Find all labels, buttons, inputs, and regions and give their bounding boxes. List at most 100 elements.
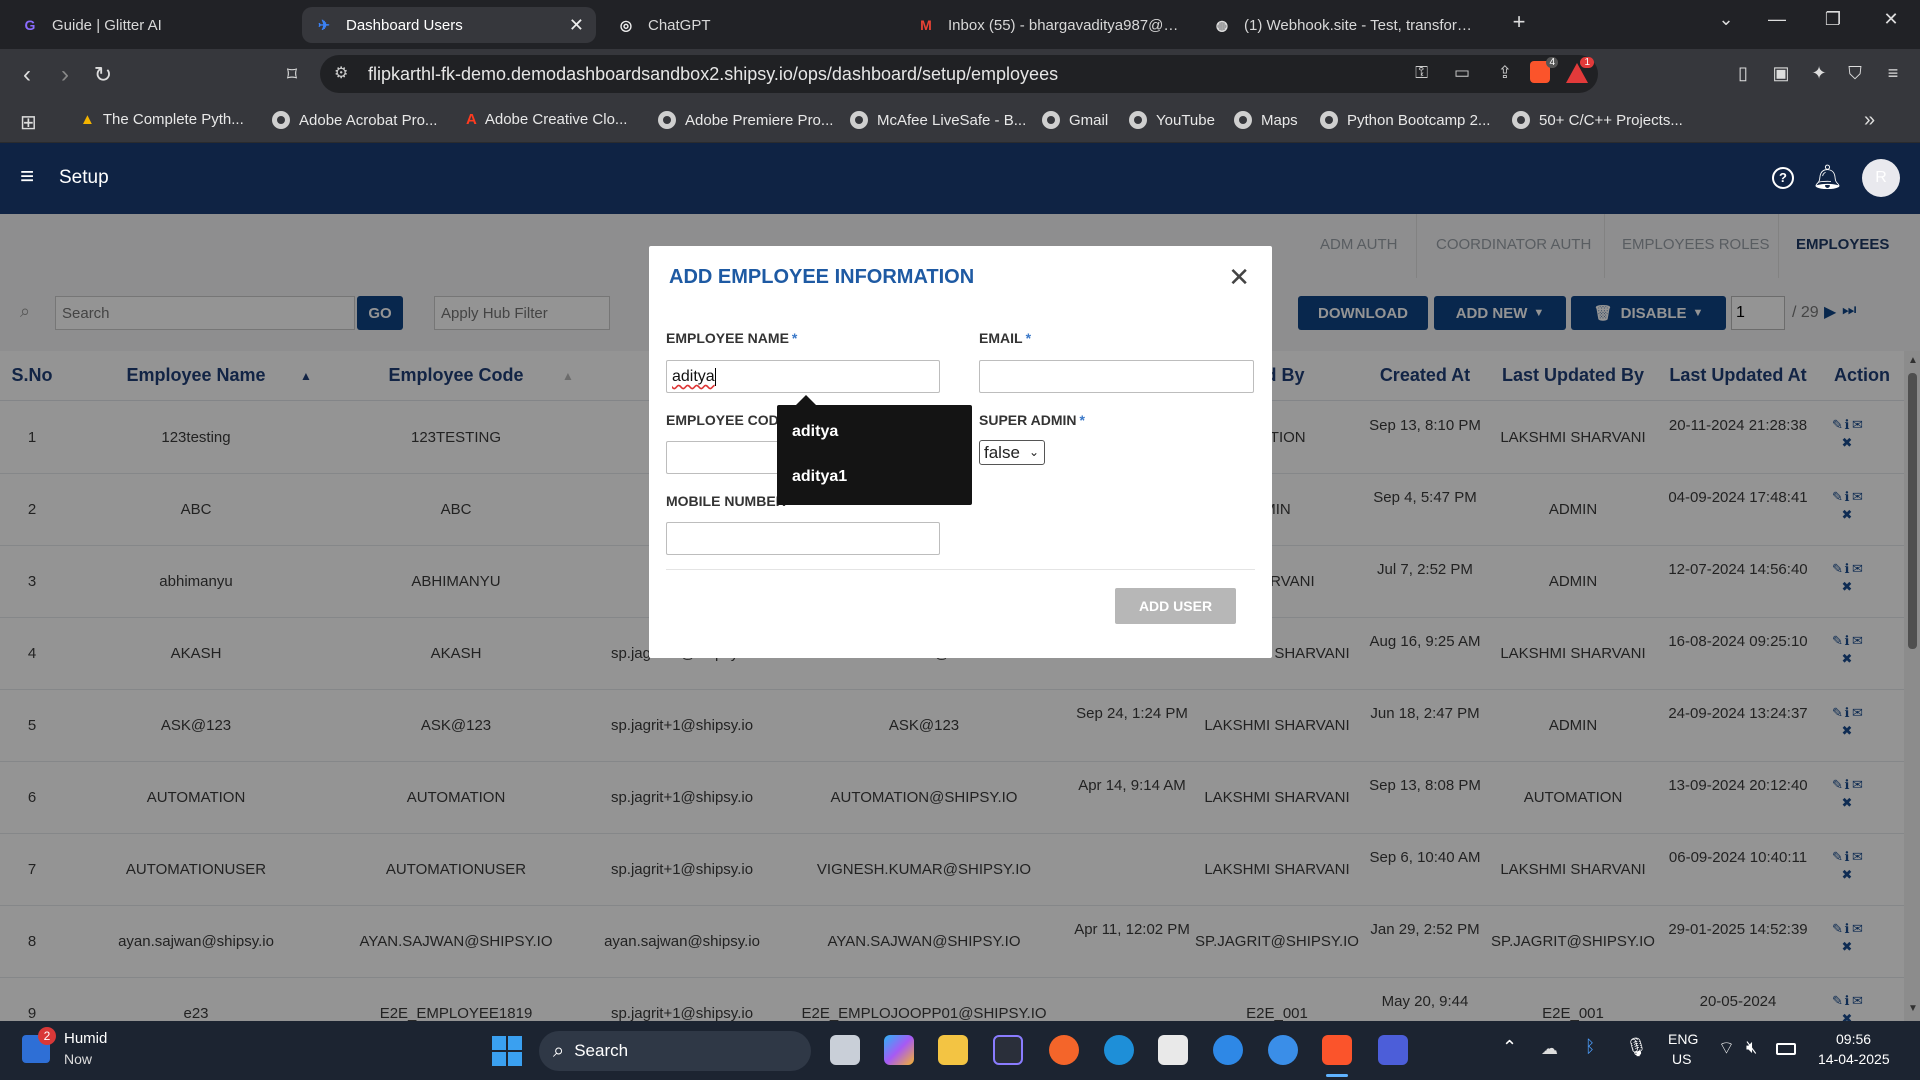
bookmark-item[interactable]: Python Bootcamp 2... bbox=[1320, 111, 1490, 129]
tab-title: Guide | Glitter AI bbox=[52, 16, 162, 34]
bookmark-label: Adobe Creative Clo... bbox=[484, 111, 628, 128]
sidebar-toggle-icon[interactable]: ▯ bbox=[1730, 63, 1756, 87]
bookmark-icon[interactable]: ⌑ bbox=[277, 61, 307, 89]
glitter-app-icon[interactable] bbox=[993, 1035, 1023, 1065]
shields-count-badge: 4 bbox=[1546, 57, 1558, 68]
autocomplete-dropdown: aditya aditya1 bbox=[777, 405, 972, 505]
clock-time[interactable]: 09:56 bbox=[1836, 1031, 1871, 1047]
browser-tab-chatgpt[interactable]: ◎ ChatGPT bbox=[604, 7, 894, 43]
bookmark-item[interactable]: ▲ The Complete Pyth... bbox=[80, 111, 244, 128]
browser-tab-dashboard-users[interactable]: ✈ Dashboard Users ✕ bbox=[302, 7, 596, 43]
postman-icon[interactable] bbox=[1049, 1035, 1079, 1065]
bookmark-item[interactable]: McAfee LiveSafe - B... bbox=[850, 111, 1026, 129]
bookmark-item[interactable]: Adobe Acrobat Pro... bbox=[272, 111, 437, 129]
help-icon[interactable]: ? bbox=[1772, 167, 1794, 189]
wallet-icon[interactable]: ▣ bbox=[1768, 63, 1794, 87]
add-user-button[interactable]: ADD USER bbox=[1115, 588, 1236, 624]
bookmark-label: Adobe Acrobat Pro... bbox=[299, 111, 438, 129]
modal-divider bbox=[666, 569, 1255, 570]
employee-name-input[interactable]: aditya bbox=[666, 360, 940, 393]
close-icon[interactable]: ✕ bbox=[1228, 262, 1250, 293]
globe-icon bbox=[658, 111, 676, 129]
bell-icon[interactable]: 🔔︎ bbox=[1812, 163, 1842, 192]
minimize-window-icon[interactable]: — bbox=[1762, 9, 1792, 30]
speaker-muted-icon[interactable]: 🔇︎ bbox=[1746, 1037, 1757, 1058]
bookmark-item[interactable]: Gmail bbox=[1042, 111, 1108, 129]
tab-title: (1) Webhook.site - Test, transform and a… bbox=[1244, 16, 1478, 34]
share-icon[interactable]: ⇪ bbox=[1498, 63, 1512, 83]
bookmark-item[interactable]: Adobe Premiere Pro... bbox=[658, 111, 833, 129]
onedrive-icon[interactable]: ☁ bbox=[1541, 1039, 1558, 1059]
forward-icon[interactable]: › bbox=[50, 61, 80, 89]
employee-name-value: aditya bbox=[672, 368, 715, 385]
browser-tab-glitter[interactable]: G Guide | Glitter AI bbox=[8, 7, 298, 43]
weather-sub: Now bbox=[64, 1051, 93, 1067]
required-mark: * bbox=[791, 330, 798, 346]
globe-icon bbox=[850, 111, 868, 129]
globe-icon bbox=[1234, 111, 1252, 129]
bluetooth-icon[interactable]: ᛒ bbox=[1585, 1037, 1595, 1057]
browser-tab-webhook[interactable]: ◍ (1) Webhook.site - Test, transform and… bbox=[1200, 7, 1490, 43]
suggestion-item[interactable]: aditya1 bbox=[792, 468, 847, 486]
wifi-icon[interactable]: ⌔ bbox=[1718, 1037, 1735, 1060]
windows-taskbar: 2 Humid Now ⌕ Search ⌃ ☁ ᛒ 🎙︎ ENG US ⌔ 🔇… bbox=[0, 1021, 1920, 1080]
bookmarks-bar: ⊞ ▲ The Complete Pyth... Adobe Acrobat Pr… bbox=[0, 101, 1920, 143]
browser-toolbar: ‹ › ↻ ⌑ ⚙ flipkarthl-fk-demo.demodashboa… bbox=[0, 49, 1920, 101]
microphone-icon[interactable]: 🎙︎ bbox=[1625, 1037, 1648, 1058]
close-window-icon[interactable]: ✕ bbox=[1876, 9, 1906, 30]
edge-icon[interactable] bbox=[1104, 1035, 1134, 1065]
bookmark-label: McAfee LiveSafe - B... bbox=[877, 111, 1027, 129]
bookmark-item[interactable]: YouTube bbox=[1129, 111, 1215, 129]
store-icon[interactable] bbox=[1158, 1035, 1188, 1065]
chevron-down-icon: ⌄ bbox=[1028, 445, 1039, 459]
more-bookmarks-icon[interactable]: » bbox=[1864, 109, 1875, 132]
menu-icon[interactable]: ≡ bbox=[1880, 63, 1906, 87]
tab-search-chevron-icon[interactable]: ⌄ bbox=[1711, 9, 1741, 30]
taskbar-search[interactable]: ⌕ Search bbox=[539, 1031, 811, 1071]
email-field[interactable] bbox=[979, 360, 1254, 393]
quick-assist-icon[interactable] bbox=[1213, 1035, 1243, 1065]
bookmark-label: YouTube bbox=[1156, 111, 1215, 129]
bookmark-item[interactable]: Maps bbox=[1234, 111, 1298, 129]
page-title: Setup bbox=[59, 167, 109, 188]
bookmark-item[interactable]: 50+ C/C++ Projects... bbox=[1512, 111, 1683, 129]
vpn-shield-icon[interactable]: ⛉ bbox=[1842, 63, 1868, 87]
bookmark-item[interactable]: A Adobe Creative Clo... bbox=[466, 111, 627, 128]
address-bar[interactable]: ⚙ flipkarthl-fk-demo.demodashboardsandbo… bbox=[320, 55, 1598, 93]
suggestion-item[interactable]: aditya bbox=[792, 423, 838, 441]
email-label: EMAIL * bbox=[979, 330, 1031, 346]
bookmark-label: Python Bootcamp 2... bbox=[1347, 111, 1491, 129]
battery-icon[interactable] bbox=[1776, 1043, 1796, 1055]
sync-app-icon[interactable] bbox=[1268, 1035, 1298, 1065]
avatar[interactable]: R bbox=[1862, 159, 1900, 197]
task-view-icon[interactable] bbox=[830, 1035, 860, 1065]
file-explorer-icon[interactable] bbox=[938, 1035, 968, 1065]
browser-tab-gmail[interactable]: M Inbox (55) - bhargavaditya987@gmail.co… bbox=[904, 7, 1194, 43]
mobile-number-input[interactable] bbox=[666, 522, 940, 555]
cast-icon[interactable]: ▭ bbox=[1454, 63, 1470, 83]
restore-window-icon[interactable]: ❐ bbox=[1818, 9, 1848, 30]
reload-icon[interactable]: ↻ bbox=[88, 61, 118, 89]
copilot-icon[interactable] bbox=[884, 1035, 914, 1065]
hamburger-menu-icon[interactable]: ≡ bbox=[20, 163, 34, 191]
super-admin-select[interactable]: false ⌄ bbox=[979, 440, 1045, 465]
language-indicator[interactable]: ENG bbox=[1668, 1031, 1698, 1047]
globe-icon bbox=[1129, 111, 1147, 129]
leo-ai-icon[interactable]: ✦ bbox=[1806, 63, 1832, 87]
globe-icon bbox=[272, 111, 290, 129]
site-info-icon[interactable]: ⚙ bbox=[334, 63, 348, 83]
apps-grid-icon[interactable]: ⊞ bbox=[20, 110, 37, 135]
brave-icon[interactable] bbox=[1322, 1035, 1352, 1065]
show-hidden-icons-icon[interactable]: ⌃ bbox=[1502, 1037, 1517, 1058]
tab-title: ChatGPT bbox=[648, 16, 711, 34]
back-icon[interactable]: ‹ bbox=[12, 61, 42, 89]
windows-start-icon[interactable] bbox=[492, 1036, 522, 1066]
tab-title: Inbox (55) - bhargavaditya987@gmail.com bbox=[948, 16, 1182, 34]
new-tab-icon[interactable]: + bbox=[1504, 9, 1534, 35]
email-label-text: EMAIL bbox=[979, 330, 1023, 346]
password-key-icon[interactable]: ⚿ bbox=[1415, 63, 1428, 83]
modal-title: ADD EMPLOYEE INFORMATION bbox=[669, 266, 975, 288]
close-tab-icon[interactable]: ✕ bbox=[569, 15, 584, 36]
teams-icon[interactable] bbox=[1378, 1035, 1408, 1065]
bookmark-label: 50+ C/C++ Projects... bbox=[1539, 111, 1683, 129]
